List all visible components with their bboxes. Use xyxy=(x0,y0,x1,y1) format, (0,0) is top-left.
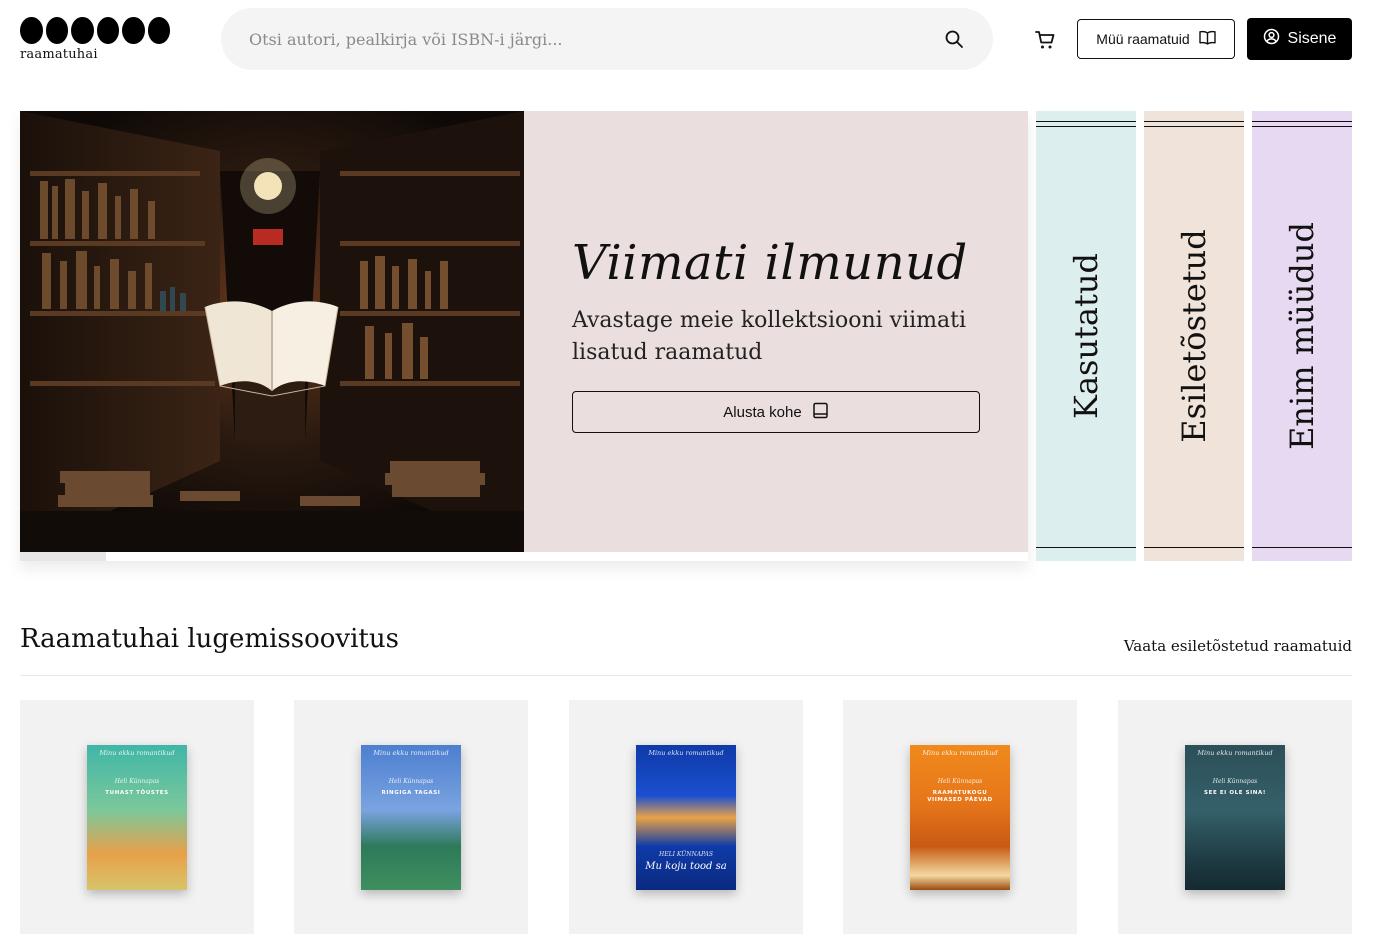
start-now-label: Alusta kohe xyxy=(723,403,802,421)
book-cover: Minu ekku romantikud Heli Künnapas SEE E… xyxy=(1185,745,1285,890)
book-card[interactable]: Minu ekku romantikud Heli Künnapas RAAMA… xyxy=(843,700,1077,934)
book-author: Heli Künnapas xyxy=(937,778,983,785)
logo-dot xyxy=(96,17,119,44)
carousel-progress-fill xyxy=(20,552,106,561)
book-series: Minu ekku romantikud xyxy=(373,749,449,757)
cart-icon[interactable] xyxy=(1032,27,1058,53)
book-author: Heli Künnapas xyxy=(114,778,160,785)
section-divider xyxy=(20,675,1352,676)
sell-books-label: Müü raamatuid xyxy=(1096,31,1190,47)
login-button[interactable]: Sisene xyxy=(1247,18,1352,60)
book-title: SEE EI OLE SINA! xyxy=(1204,790,1266,796)
book-card[interactable]: Minu ekku romantikud HELI KÜNNAPAS Mu ko… xyxy=(569,700,803,934)
book-title: RAAMATUKOGU VIIMASED PÄEVAD xyxy=(927,790,993,803)
view-featured-link[interactable]: Vaata esiletõstetud raamatuid xyxy=(1124,637,1352,655)
book-series: Minu ekku romantikud xyxy=(1197,749,1273,757)
search-input[interactable] xyxy=(249,24,943,54)
spine-top-rule xyxy=(1144,121,1244,127)
spine-bottom-rule xyxy=(1144,547,1244,548)
book-card[interactable]: Minu ekku romantikud Heli Künnapas TUHAS… xyxy=(20,700,254,934)
logo-dot xyxy=(45,17,68,44)
tab-used-books-label: Kasutatud xyxy=(1067,253,1105,419)
login-label: Sisene xyxy=(1287,30,1337,47)
book-cover: Minu ekku romantikud Heli Künnapas RINGI… xyxy=(361,745,461,890)
logo-dot xyxy=(20,17,43,44)
book-author: HELI KÜNNAPAS xyxy=(659,851,713,858)
book-title: RINGIGA TAGASI xyxy=(381,790,441,796)
tab-featured[interactable]: Esiletõstetud xyxy=(1144,111,1244,561)
open-book-icon xyxy=(1198,30,1216,48)
book-card[interactable]: Minu ekku romantikud Heli Künnapas SEE E… xyxy=(1118,700,1352,934)
logo-dot xyxy=(122,17,145,44)
book-series: Minu ekku romantikud xyxy=(648,749,724,757)
spine-bottom-rule xyxy=(1252,547,1352,548)
book-title: Mu koju tood sa xyxy=(645,861,727,872)
book-cover: Minu ekku romantikud HELI KÜNNAPAS Mu ko… xyxy=(636,745,736,890)
tab-featured-label: Esiletõstetud xyxy=(1175,229,1213,443)
spine-top-rule xyxy=(1036,121,1136,127)
book-series: Minu ekku romantikud xyxy=(922,749,998,757)
search-bar xyxy=(221,8,993,70)
search-icon[interactable] xyxy=(943,28,965,50)
start-now-button[interactable]: Alusta kohe xyxy=(572,391,980,433)
book-icon xyxy=(812,402,829,423)
hero-panel: Viimati ilmunud Avastage meie kollektsio… xyxy=(524,111,1028,552)
tab-bestsellers-label: Enim müüdud xyxy=(1283,222,1321,450)
carousel-progress xyxy=(20,552,1028,561)
logo-mark xyxy=(20,17,170,44)
section-title: Raamatuhai lugemissoovitus xyxy=(20,624,399,654)
book-cover: Minu ekku romantikud Heli Künnapas RAAMA… xyxy=(910,745,1010,890)
logo-dot xyxy=(147,17,170,44)
book-author: Heli Künnapas xyxy=(1212,778,1258,785)
logo-text: raamatuhai xyxy=(20,47,98,62)
book-author: Heli Künnapas xyxy=(388,778,434,785)
hero-carousel: Viimati ilmunud Avastage meie kollektsio… xyxy=(20,111,1028,561)
book-cover: Minu ekku romantikud Heli Künnapas TUHAS… xyxy=(87,745,187,890)
tab-used-books[interactable]: Kasutatud xyxy=(1036,111,1136,561)
spine-top-rule xyxy=(1252,121,1352,127)
spine-bottom-rule xyxy=(1036,547,1136,548)
logo-dot xyxy=(71,17,94,44)
book-card[interactable]: Minu ekku romantikud Heli Künnapas RINGI… xyxy=(294,700,528,934)
hero-subtitle: Avastage meie kollektsiooni viimati lisa… xyxy=(572,308,967,365)
sell-books-button[interactable]: Müü raamatuid xyxy=(1077,19,1235,59)
hero-title: Viimati ilmunud xyxy=(572,235,968,291)
hero-image-library xyxy=(20,111,524,552)
book-title: TUHAST TÕUSTES xyxy=(105,790,169,796)
tab-bestsellers[interactable]: Enim müüdud xyxy=(1252,111,1352,561)
book-series: Minu ekku romantikud xyxy=(99,749,175,757)
user-icon xyxy=(1263,28,1280,50)
logo[interactable]: raamatuhai xyxy=(20,17,170,65)
